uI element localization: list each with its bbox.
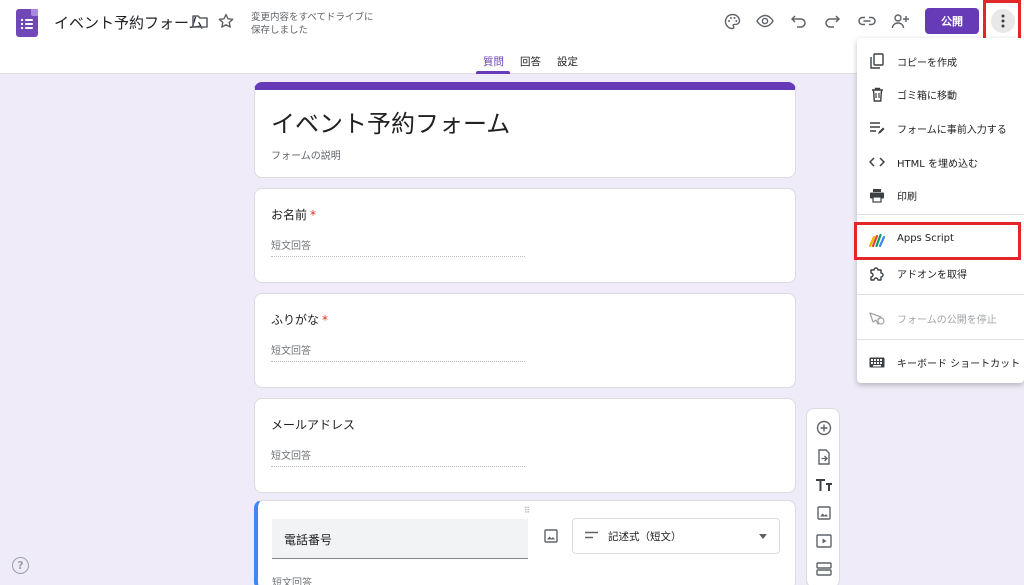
dropdown-caret-icon [759,534,767,539]
question-label: お名前 * [271,208,317,222]
tab-settings[interactable]: 設定 [557,54,578,69]
question-type-label: 記述式（短文） [608,530,682,543]
redo-icon[interactable] [822,11,842,31]
menu-divider [857,214,1024,215]
menu-item-move-to-trash[interactable]: ゴミ箱に移動 [857,79,1024,109]
active-tab-indicator [476,71,510,74]
add-question-icon[interactable] [814,418,834,438]
question-label: メールアドレス [271,418,356,432]
prefill-icon [869,120,885,136]
tab-questions[interactable]: 質問 [483,54,504,69]
short-answer-placeholder: 短文回答 [271,342,525,362]
forms-logo-icon[interactable] [16,9,38,37]
menu-item-prefill[interactable]: フォームに事前入力する [857,113,1024,143]
add-image-icon[interactable] [814,503,834,523]
menu-item-keyboard-shortcuts[interactable]: キーボード ショートカット [857,347,1024,377]
form-description[interactable]: フォームの説明 [271,147,341,162]
apps-script-highlight [854,222,1021,260]
short-answer-placeholder: 短文回答 [271,447,525,467]
add-image-icon[interactable] [542,527,560,545]
form-title[interactable]: イベント予約フォーム [271,104,510,139]
menu-item-get-addons[interactable]: アドオンを取得 [857,258,1024,288]
preview-eye-icon[interactable] [755,11,775,31]
form-title-card[interactable]: イベント予約フォーム フォームの説明 [254,82,796,178]
menu-divider [857,294,1024,295]
add-video-icon[interactable] [814,531,834,551]
code-icon [869,154,885,170]
short-answer-placeholder: 短文回答 [272,578,312,585]
question-card[interactable]: メールアドレス 短文回答 [254,398,796,493]
trash-icon [869,86,885,102]
question-title-input[interactable]: 電話番号 [272,519,528,559]
document-title[interactable]: イベント予約フォーム [54,12,204,33]
copy-icon [869,53,885,69]
question-side-toolbar [806,408,840,585]
add-collaborator-icon[interactable] [890,11,910,31]
publish-button[interactable]: 公開 [925,8,979,34]
puzzle-icon [869,265,885,281]
required-asterisk: * [310,208,317,222]
question-label: ふりがな * [271,313,329,327]
add-title-text-icon[interactable] [814,475,834,495]
menu-divider [857,339,1024,340]
menu-item-print[interactable]: 印刷 [857,180,1024,210]
folder-icon[interactable] [190,11,210,31]
print-icon [869,187,885,203]
required-asterisk: * [322,313,329,327]
link-icon[interactable] [857,11,877,31]
short-text-icon [585,530,598,542]
menu-item-embed-html[interactable]: HTML を埋め込む [857,147,1024,177]
help-icon[interactable]: ? [12,557,29,574]
stop-publish-icon [869,310,885,326]
more-options-menu: コピーを作成 ゴミ箱に移動 フォームに事前入力する HTML を埋め込む 印刷 … [857,38,1024,383]
star-icon[interactable] [216,11,236,31]
question-card[interactable]: お名前 * 短文回答 [254,188,796,283]
import-questions-icon[interactable] [814,447,834,467]
question-type-select[interactable]: 記述式（短文） [572,518,780,554]
tab-responses[interactable]: 回答 [520,54,541,69]
active-question-card[interactable]: ⠿ 電話番号 記述式（短文） 短文回答 [254,500,796,585]
menu-item-stop-publishing: フォームの公開を停止 [857,303,1024,333]
question-card[interactable]: ふりがな * 短文回答 [254,293,796,388]
short-answer-placeholder: 短文回答 [271,237,525,257]
add-section-icon[interactable] [814,559,834,579]
drag-handle-icon[interactable]: ⠿ [524,506,531,515]
palette-icon[interactable] [722,11,742,31]
menu-item-make-copy[interactable]: コピーを作成 [857,46,1024,76]
undo-icon[interactable] [789,11,809,31]
save-status: 変更内容をすべてドライブに保存しました [251,12,374,36]
keyboard-icon [869,354,885,370]
more-button-highlight [983,0,1021,41]
